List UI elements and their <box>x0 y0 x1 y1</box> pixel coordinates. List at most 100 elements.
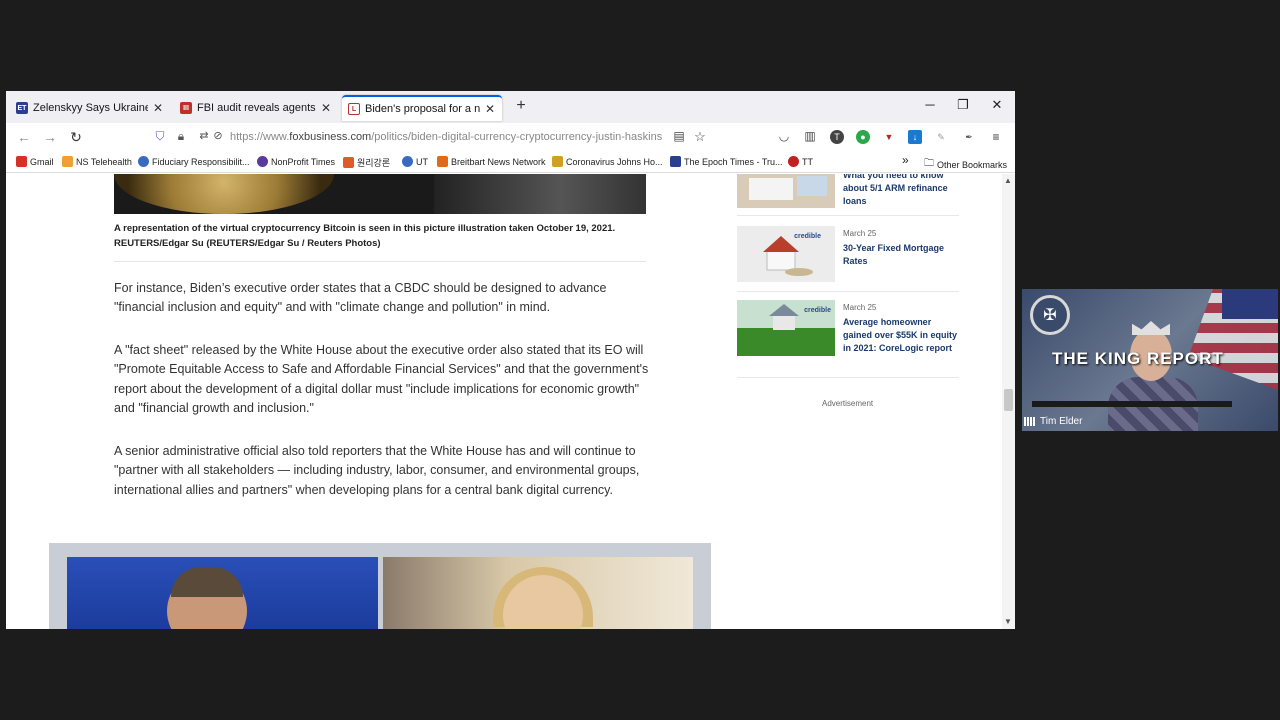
tab-fbi-audit[interactable]: III FBI audit reveals agents' rule-br ✕ <box>174 95 338 121</box>
close-window-icon[interactable]: ✕ <box>987 97 1007 113</box>
url-domain: foxbusiness.com <box>289 131 372 143</box>
extension-red-icon[interactable]: ▼ <box>882 130 896 144</box>
image-background <box>434 174 646 214</box>
sidebar-divider <box>737 291 959 292</box>
bookmark-coronavirus[interactable]: Coronavirus Johns Ho... <box>552 156 663 167</box>
video-guest-panel <box>383 557 693 629</box>
video-player[interactable] <box>49 543 711 629</box>
seal-icon: ✠ <box>1030 295 1070 335</box>
host-hair <box>171 567 243 597</box>
sidebar-item-homeowner-equity[interactable]: credible March 25 Average homeowner gain… <box>737 300 959 356</box>
extension-download-icon[interactable]: ↓ <box>908 130 922 144</box>
pocket-icon[interactable]: ◡ <box>774 129 794 143</box>
bookmark-korean[interactable]: 원리강론 <box>343 156 390 169</box>
bookmark-epoch-times[interactable]: The Epoch Times - Tru... <box>670 156 783 167</box>
bookmark-label: NonProfit Times <box>271 156 336 167</box>
house-thumbnail: credible <box>737 226 835 282</box>
participant-nameplate: Tim Elder <box>1024 416 1082 427</box>
other-bookmarks-label: Other Bookmarks <box>937 159 1008 170</box>
other-bookmarks[interactable]: 🗀 Other Bookmarks <box>924 156 1007 173</box>
hamburger-menu-icon[interactable]: ≡ <box>989 130 1003 144</box>
reload-icon[interactable]: ↻ <box>66 129 86 146</box>
bookmark-label: Fiduciary Responsibilit... <box>152 156 250 167</box>
webcam-overlay: ✠ THE KING REPORT Tim Elder <box>1022 289 1278 431</box>
bookmark-label: Gmail <box>30 156 54 167</box>
lock-icon[interactable]: 🔒︎ <box>171 129 191 144</box>
bookmarks-overflow-icon[interactable]: » <box>902 153 909 167</box>
bookmark-breitbart[interactable]: Breitbart News Network <box>437 156 546 167</box>
bookmark-ut[interactable]: UT <box>402 156 428 167</box>
extension-green-icon[interactable]: ● <box>856 130 870 144</box>
minimize-icon[interactable]: ─ <box>920 97 940 112</box>
advertisement-label: Advertisement <box>822 399 874 408</box>
extension-puzzle-icon[interactable]: ✎ <box>934 130 948 144</box>
bookmark-tt[interactable]: TT <box>788 156 813 167</box>
reader-view-icon[interactable]: ▤ <box>669 129 689 143</box>
bitcoin-coin-graphic <box>114 174 334 214</box>
sidebar-item-date: March 25 <box>843 303 877 312</box>
new-tab-button[interactable]: + <box>512 97 530 115</box>
doc-icon <box>343 157 354 168</box>
bookmark-fiduciary[interactable]: Fiduciary Responsibilit... <box>138 156 250 167</box>
shield-icon[interactable]: ⛉ <box>150 129 170 144</box>
bookmark-label: The Epoch Times - Tru... <box>684 156 783 167</box>
url-prefix: https://www. <box>230 131 290 143</box>
sidebar-divider <box>737 215 959 216</box>
caption-divider <box>114 261 646 262</box>
sidebar-item-title[interactable]: 30-Year Fixed Mortgage Rates <box>843 242 959 268</box>
calculator-thumbnail <box>737 174 835 208</box>
crown-icon <box>1132 321 1170 335</box>
sidebar-icon[interactable]: ▥ <box>800 129 820 143</box>
tracking-blocked-icon[interactable]: ⊘ <box>208 129 228 142</box>
folder-icon: 🗀 <box>924 158 934 169</box>
sidebar-item-arm-refinance[interactable]: What you need to know about 5/1 ARM refi… <box>737 174 959 210</box>
signal-bars-icon <box>1024 417 1036 426</box>
scroll-up-icon[interactable]: ▲ <box>1004 176 1012 185</box>
gmail-icon <box>16 156 27 167</box>
browser-window: ET Zelenskyy Says Ukraine Will Insi ✕ II… <box>6 91 1015 629</box>
url-path: /politics/biden-digital-currency-cryptoc… <box>371 131 663 143</box>
bookmark-gmail[interactable]: Gmail <box>16 156 54 167</box>
tt-icon <box>788 156 799 167</box>
bookmark-label: 원리강론 <box>357 158 391 168</box>
sidebar-item-fixed-mortgage[interactable]: credible March 25 30-Year Fixed Mortgage… <box>737 226 959 282</box>
sidebar-item-title[interactable]: What you need to know about 5/1 ARM refi… <box>843 174 959 208</box>
tab-zelenskyy[interactable]: ET Zelenskyy Says Ukraine Will Insi ✕ <box>10 95 170 121</box>
bookmark-nonprofit-times[interactable]: NonProfit Times <box>257 156 335 167</box>
nonprofit-icon <box>257 156 268 167</box>
bookmark-label: Breitbart News Network <box>451 156 546 167</box>
participant-name: Tim Elder <box>1040 416 1083 427</box>
close-tab-icon[interactable]: ✕ <box>152 101 164 115</box>
show-brand-title: THE KING REPORT <box>1052 349 1224 368</box>
image-caption: A representation of the virtual cryptocu… <box>114 223 616 249</box>
sidebar-item-title[interactable]: Average homeowner gained over $55K in eq… <box>843 316 959 355</box>
url-bar[interactable]: https://www.foxbusiness.com/politics/bid… <box>230 131 662 143</box>
bookmarks-toolbar: Gmail NS Telehealth Fiduciary Responsibi… <box>6 153 1015 173</box>
flag-stars <box>1222 289 1278 319</box>
bitcoin-image <box>114 174 646 214</box>
bookmark-label: UT <box>416 156 428 167</box>
grass-house-thumbnail: credible <box>737 300 835 356</box>
close-tab-icon[interactable]: ✕ <box>320 101 332 115</box>
bookmark-label: TT <box>802 156 813 167</box>
presenter <box>1108 321 1198 431</box>
bookmark-ns-telehealth[interactable]: NS Telehealth <box>62 156 132 167</box>
tab-biden-proposal[interactable]: L Biden's proposal for a new digit ✕ <box>342 95 502 121</box>
extension-feather-icon[interactable]: ✒ <box>962 130 976 144</box>
back-arrow-icon[interactable]: ← <box>14 129 34 145</box>
account-icon[interactable]: T <box>830 130 844 144</box>
sponsor-label: credible <box>794 233 821 240</box>
restore-icon[interactable]: ❐ <box>953 97 973 113</box>
forward-arrow-icon[interactable]: → <box>40 129 60 145</box>
fox-business-favicon-icon: L <box>348 103 360 115</box>
video-host-panel <box>67 557 378 629</box>
navigation-toolbar: ← → ↻ ⛉ 🔒︎ ⇄ ⊘ https://www.foxbusiness.c… <box>6 123 1015 153</box>
scrollbar-thumb[interactable] <box>1004 389 1013 411</box>
tab-label: Zelenskyy Says Ukraine Will Insi <box>33 102 148 114</box>
bookmark-star-icon[interactable]: ☆ <box>690 129 710 145</box>
tab-label: FBI audit reveals agents' rule-br <box>197 102 316 114</box>
scroll-down-icon[interactable]: ▼ <box>1004 617 1012 626</box>
screen: ET Zelenskyy Says Ukraine Will Insi ✕ II… <box>0 0 1280 720</box>
bookmark-label: Coronavirus Johns Ho... <box>566 156 663 167</box>
close-tab-icon[interactable]: ✕ <box>484 102 496 116</box>
